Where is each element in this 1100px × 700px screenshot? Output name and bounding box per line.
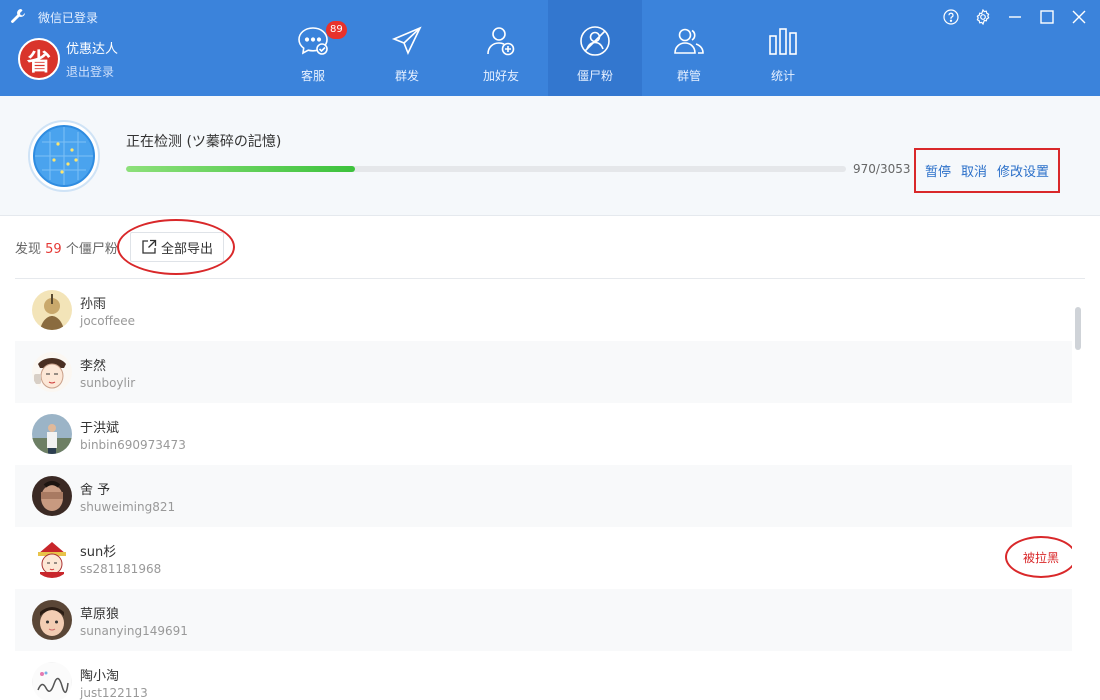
blocked-status-badge: 被拉黑 [1005,536,1072,578]
app-header: 微信已登录 省 优惠达人 退出登录 89 客服 群发 加好友 僵尸粉 群管 统计 [0,0,1100,96]
found-prefix: 发现 [15,242,42,257]
export-all-label: 全部导出 [161,241,214,257]
contact-id: ss281181968 [80,562,162,576]
logout-link[interactable]: 退出登录 [66,63,114,80]
login-status-label: 微信已登录 [38,11,99,25]
add-friend-icon [487,27,515,56]
user-name: 优惠达人 [66,42,119,57]
contact-id: sunboylir [80,376,136,390]
nav-item-broadcast[interactable]: 群发 [360,0,454,96]
maximize-button[interactable] [1036,6,1058,28]
send-icon [391,26,422,55]
avatar [32,290,72,330]
nav-item-statistics[interactable]: 统计 [736,0,830,96]
nav-item-zombie-fans[interactable]: 僵尸粉 [548,0,642,96]
found-count: 59 [45,242,62,257]
nav-label: 群管 [676,69,701,83]
avatar [32,352,72,392]
avatar [32,414,72,454]
zombie-fan-list: 孙雨 jocoffeee 李然 sunboylir 于洪斌 binbin6909… [15,279,1072,700]
contact-name: 陶小淘 [80,669,120,684]
pause-button[interactable]: 暂停 [925,161,951,180]
avatar [32,538,72,578]
contact-name: 于洪斌 [80,421,120,436]
help-icon [943,9,959,25]
cancel-button[interactable]: 取消 [961,161,987,180]
radar-scan-icon [28,120,100,192]
export-all-button[interactable]: 全部导出 [130,232,225,262]
contact-name: 孙雨 [80,297,107,312]
zombie-fan-icon [580,26,610,56]
progress-count: 970/3053 [853,162,911,176]
maximize-icon [1040,10,1054,24]
list-item[interactable]: 李然 sunboylir [15,341,1072,403]
chat-icon [298,27,328,55]
minimize-icon [1009,16,1021,18]
minimize-button[interactable] [1004,6,1026,28]
window-controls [940,6,1090,28]
wrench-icon[interactable] [10,8,26,24]
contact-id: shuweiming821 [80,500,176,514]
modify-settings-button[interactable]: 修改设置 [997,161,1049,180]
nav-label: 统计 [770,69,795,83]
detection-actions: 暂停 取消 修改设置 [914,148,1060,193]
contact-name: 草原狼 [80,607,120,622]
unread-badge: 89 [326,21,347,39]
contact-id: just122113 [80,686,148,700]
list-item[interactable]: 孙雨 jocoffeee [15,279,1072,341]
detection-progress-bar [126,166,846,172]
list-item[interactable]: 舍 予 shuweiming821 [15,465,1072,527]
nav-label: 僵尸粉 [576,69,613,83]
contact-name: 李然 [80,359,107,374]
list-item[interactable]: sun杉 ss281181968 被拉黑 [15,527,1072,589]
avatar [32,600,72,640]
avatar [32,662,72,700]
list-item[interactable]: 草原狼 sunanying149691 [15,589,1072,651]
list-item[interactable]: 陶小淘 just122113 [15,651,1072,700]
close-icon [1072,10,1086,24]
detection-panel: 正在检测 (ツ蓁碎の記憶) 970/3053 暂停 取消 修改设置 [0,96,1100,216]
list-item[interactable]: 于洪斌 binbin690973473 [15,403,1072,465]
nav-label: 群发 [394,69,419,83]
gear-icon [976,9,990,25]
nav-label: 客服 [300,69,325,83]
found-summary: 发现 59 个僵尸粉 [15,238,118,257]
nav-item-customer-service[interactable]: 89 客服 [266,0,360,96]
nav-item-add-friend[interactable]: 加好友 [454,0,548,96]
help-button[interactable] [940,6,962,28]
export-icon [142,239,157,254]
nav-item-group-manage[interactable]: 群管 [642,0,736,96]
nav-label: 加好友 [482,69,519,83]
main-nav: 89 客服 群发 加好友 僵尸粉 群管 统计 [266,0,830,96]
progress-fill [126,166,355,172]
status-text: 被拉黑 [1022,550,1059,565]
close-button[interactable] [1068,6,1090,28]
contact-id: jocoffeee [80,314,136,328]
detection-title: 正在检测 (ツ蓁碎の記憶) [126,134,282,150]
contact-name: 舍 予 [80,483,111,498]
list-scrollbar[interactable] [1075,307,1081,350]
stats-icon [769,28,797,55]
user-avatar[interactable]: 省 [18,38,60,80]
contact-id: sunanying149691 [80,624,188,638]
contact-id: binbin690973473 [80,438,186,452]
found-suffix: 个僵尸粉 [65,242,118,257]
group-manage-icon [674,28,704,54]
avatar [32,476,72,516]
contact-name: sun杉 [80,545,117,560]
settings-button[interactable] [972,6,994,28]
